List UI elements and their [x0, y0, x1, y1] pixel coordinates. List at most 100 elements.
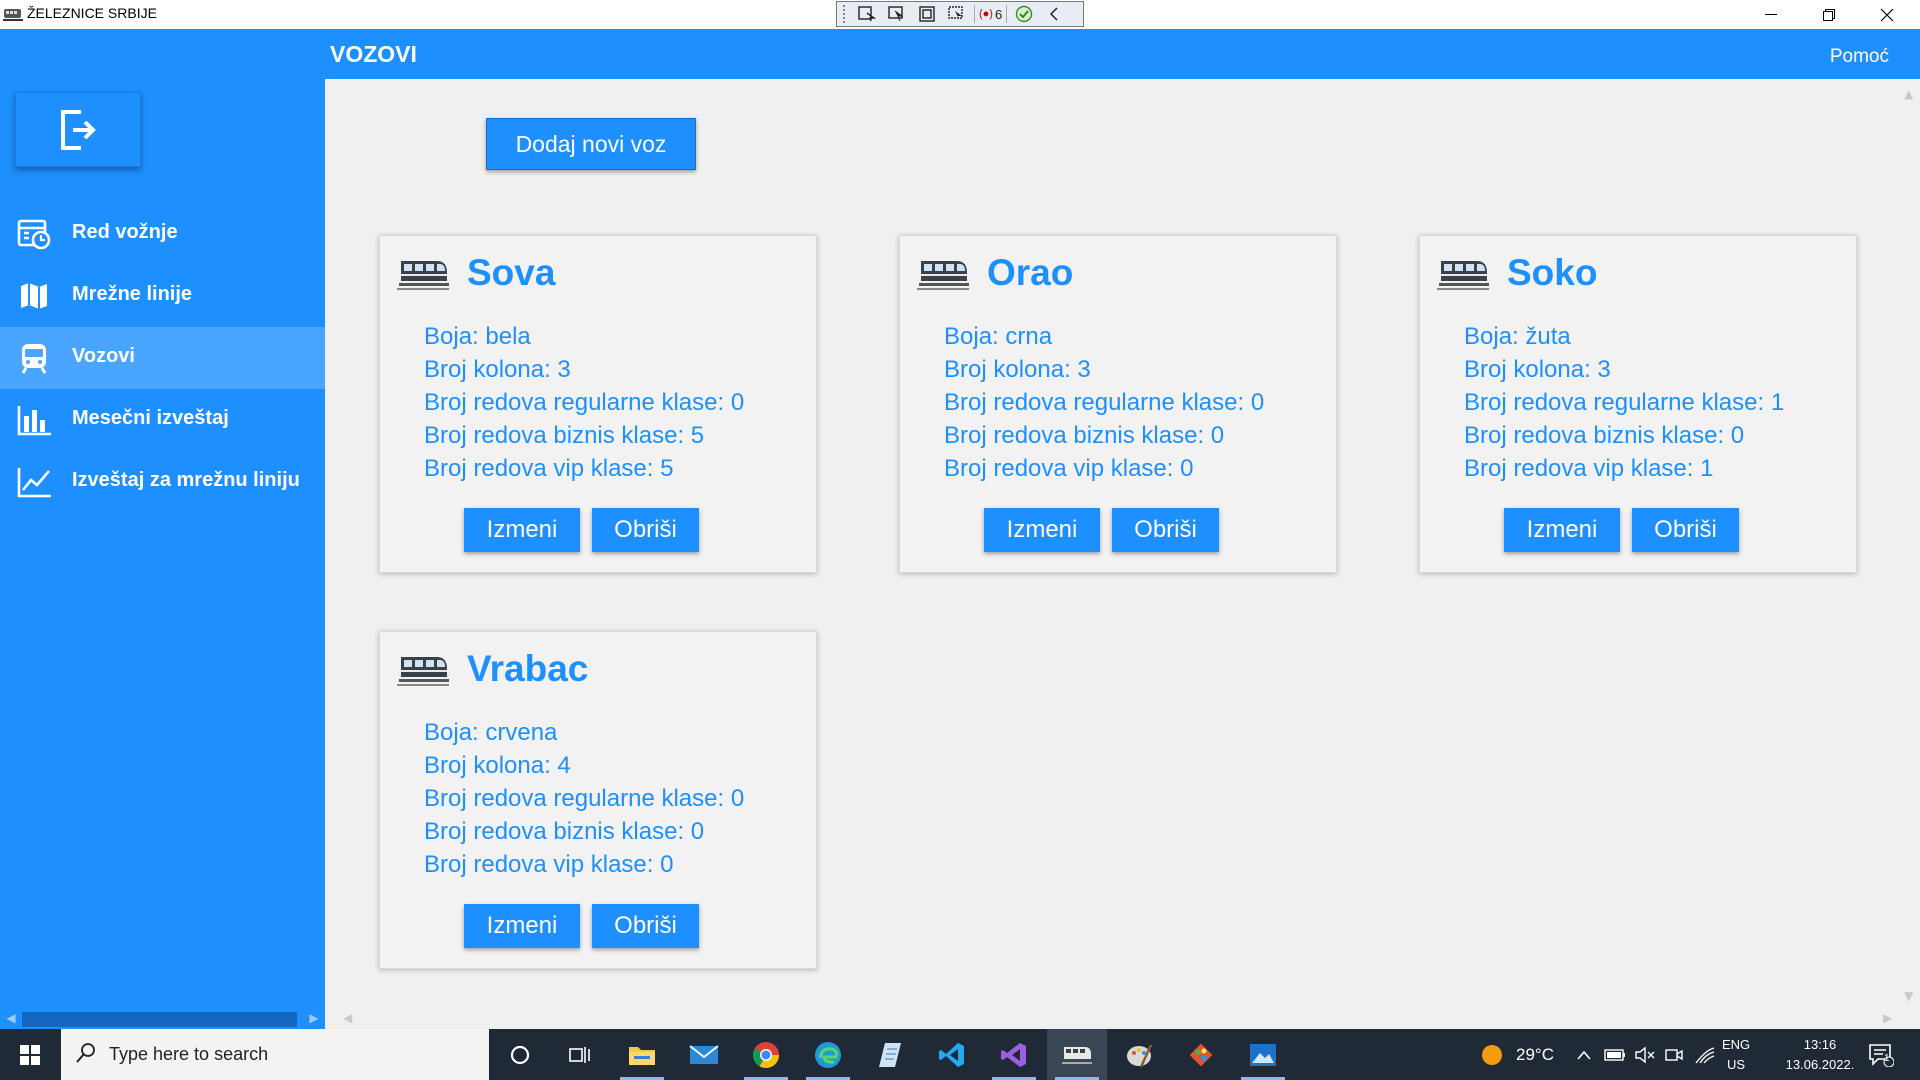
edge-icon [815, 1041, 841, 1068]
scroll-left-icon[interactable]: ◀ [2, 1011, 20, 1027]
meet-now[interactable] [1664, 1029, 1684, 1080]
weather-widget[interactable]: 29°C [1480, 1029, 1554, 1080]
search-icon [76, 1043, 95, 1063]
train-name: Orao [987, 252, 1074, 293]
train-columns: Broj kolona: 3 [424, 356, 571, 383]
sidebar-horizontal-scrollbar[interactable]: ◀ ▶ [0, 1009, 325, 1029]
input-language[interactable]: ENG US [1722, 1029, 1750, 1080]
edit-train-button[interactable]: Izmeni [464, 508, 580, 552]
taskbar-mail[interactable] [674, 1029, 734, 1080]
edit-train-button[interactable]: Izmeni [464, 904, 580, 948]
lang-code: ENG [1722, 1036, 1751, 1052]
train-columns: Broj kolona: 3 [1464, 356, 1611, 383]
taskbar-zeleznice-app[interactable] [1047, 1029, 1107, 1080]
taskbar-notepad-app[interactable] [860, 1029, 920, 1080]
scroll-down-icon[interactable]: ▼ [1904, 989, 1913, 1003]
taskbar-file-explorer[interactable] [612, 1029, 672, 1080]
logout-icon [61, 109, 96, 150]
app-train-icon [3, 9, 23, 21]
train-name: Soko [1507, 252, 1598, 293]
show-hidden-icons[interactable] [1576, 1029, 1592, 1080]
main-horizontal-scrollbar[interactable]: ◀ ▶ [325, 1009, 1920, 1029]
sidebar-item-monthly-report[interactable]: Mesečni izveštaj [0, 389, 325, 451]
toolbar-separator [974, 5, 975, 23]
logout-button[interactable] [15, 92, 141, 167]
volume-muted-icon [1635, 1046, 1655, 1063]
taskbar-search[interactable]: Type here to search [61, 1029, 489, 1080]
train-card: Orao Boja: crna Broj kolona: 3 Broj redo… [899, 235, 1337, 573]
taskbar-edge[interactable] [798, 1029, 858, 1080]
clock[interactable]: 13:16 13.06.2022. [1770, 1029, 1870, 1080]
main-content: Dodaj novi voz Sova Boja: bela Broj kolo… [325, 79, 1920, 1029]
binding-failures-counter[interactable]: (●) 6 [979, 7, 1002, 22]
train-card: Sova Boja: bela Broj kolona: 3 Broj redo… [379, 235, 817, 573]
main-vertical-scrollbar[interactable]: ▲ ▼ [1900, 79, 1920, 1009]
delete-train-button[interactable]: Obriši [1112, 508, 1219, 552]
edit-train-button[interactable]: Izmeni [1504, 508, 1620, 552]
train-vip-rows: Broj redova vip klase: 5 [424, 455, 674, 482]
task-view-cortana[interactable] [490, 1029, 550, 1080]
sidebar-item-label: Vozovi [72, 345, 135, 367]
train-icon [397, 261, 449, 290]
live-visual-tree-icon[interactable] [854, 4, 880, 24]
sidebar-item-label: Izveštaj za mrežnu liniju [72, 469, 300, 491]
train-icon [397, 657, 449, 686]
scrollbar-thumb[interactable] [22, 1012, 297, 1027]
train-vip-rows: Broj redova vip klase: 1 [1464, 455, 1714, 482]
network-status[interactable] [1694, 1029, 1716, 1080]
chrome-icon [752, 1041, 780, 1068]
page-title: VOZOVI [330, 41, 417, 67]
notification-count: 1 [1884, 1053, 1890, 1064]
scroll-right-icon[interactable]: ▶ [1883, 1011, 1892, 1025]
close-button[interactable] [1858, 0, 1916, 29]
train-name: Vrabac [467, 648, 589, 689]
minimize-button[interactable] [1742, 0, 1800, 29]
scroll-up-icon[interactable]: ▲ [1904, 87, 1913, 101]
delete-train-button[interactable]: Obriši [1632, 508, 1739, 552]
restore-button[interactable] [1800, 0, 1858, 29]
sidebar-item-network-lines[interactable]: Mrežne linije [0, 265, 325, 327]
sidebar-item-timetable[interactable]: Red vožnje [0, 203, 325, 265]
train-regular-rows: Broj redova regularne klase: 1 [1464, 389, 1785, 416]
sidebar-item-line-report[interactable]: Izveštaj za mrežnu liniju [0, 451, 325, 513]
taskbar-paint-app[interactable] [1109, 1029, 1169, 1080]
battery-status[interactable] [1604, 1029, 1626, 1080]
toolbar-grip[interactable] [843, 5, 846, 23]
record-icon: (●) [979, 8, 993, 20]
track-focus-icon[interactable] [944, 4, 970, 24]
display-layout-adorners-icon[interactable] [914, 4, 940, 24]
taskbar-chrome[interactable] [736, 1029, 796, 1080]
taskbar-photos-app[interactable] [1233, 1029, 1293, 1080]
train-color: Boja: crvena [424, 719, 558, 746]
sidebar-item-trains[interactable]: Vozovi [0, 327, 325, 389]
help-link[interactable]: Pomoć [1830, 46, 1889, 68]
title-bar: ŽELEZNICE SRBIJE (●) 6 [0, 0, 1920, 29]
bar-chart-icon [17, 406, 51, 436]
sun-icon [1482, 1044, 1502, 1065]
git-app-icon [1189, 1043, 1213, 1066]
train-icon [1437, 261, 1489, 290]
line-chart-icon [17, 468, 51, 498]
folder-icon [629, 1046, 655, 1065]
volume-status[interactable] [1634, 1029, 1656, 1080]
palette-icon [1127, 1044, 1153, 1067]
edit-train-button[interactable]: Izmeni [984, 508, 1100, 552]
delete-train-button[interactable]: Obriši [592, 508, 699, 552]
taskbar-git-app[interactable] [1171, 1029, 1231, 1080]
scroll-right-icon[interactable]: ▶ [305, 1011, 323, 1027]
task-view-button[interactable] [550, 1029, 610, 1080]
train-properties: Boja: bela Broj kolona: 3 Broj redova re… [424, 320, 744, 485]
add-train-button[interactable]: Dodaj novi voz [486, 118, 696, 170]
start-button[interactable] [0, 1029, 60, 1080]
collapse-toolbar-icon[interactable] [1041, 4, 1067, 24]
notification-center[interactable]: 1 [1868, 1029, 1894, 1080]
taskbar-vscode[interactable] [922, 1029, 982, 1080]
vscode-icon [939, 1042, 964, 1067]
select-element-icon[interactable] [884, 4, 910, 24]
train-business-rows: Broj redova biznis klase: 0 [1464, 422, 1745, 449]
hot-reload-check-icon[interactable] [1011, 4, 1037, 24]
scroll-left-icon[interactable]: ◀ [343, 1011, 352, 1025]
taskbar-visual-studio[interactable] [984, 1029, 1044, 1080]
windows-icon [20, 1044, 40, 1065]
delete-train-button[interactable]: Obriši [592, 904, 699, 948]
